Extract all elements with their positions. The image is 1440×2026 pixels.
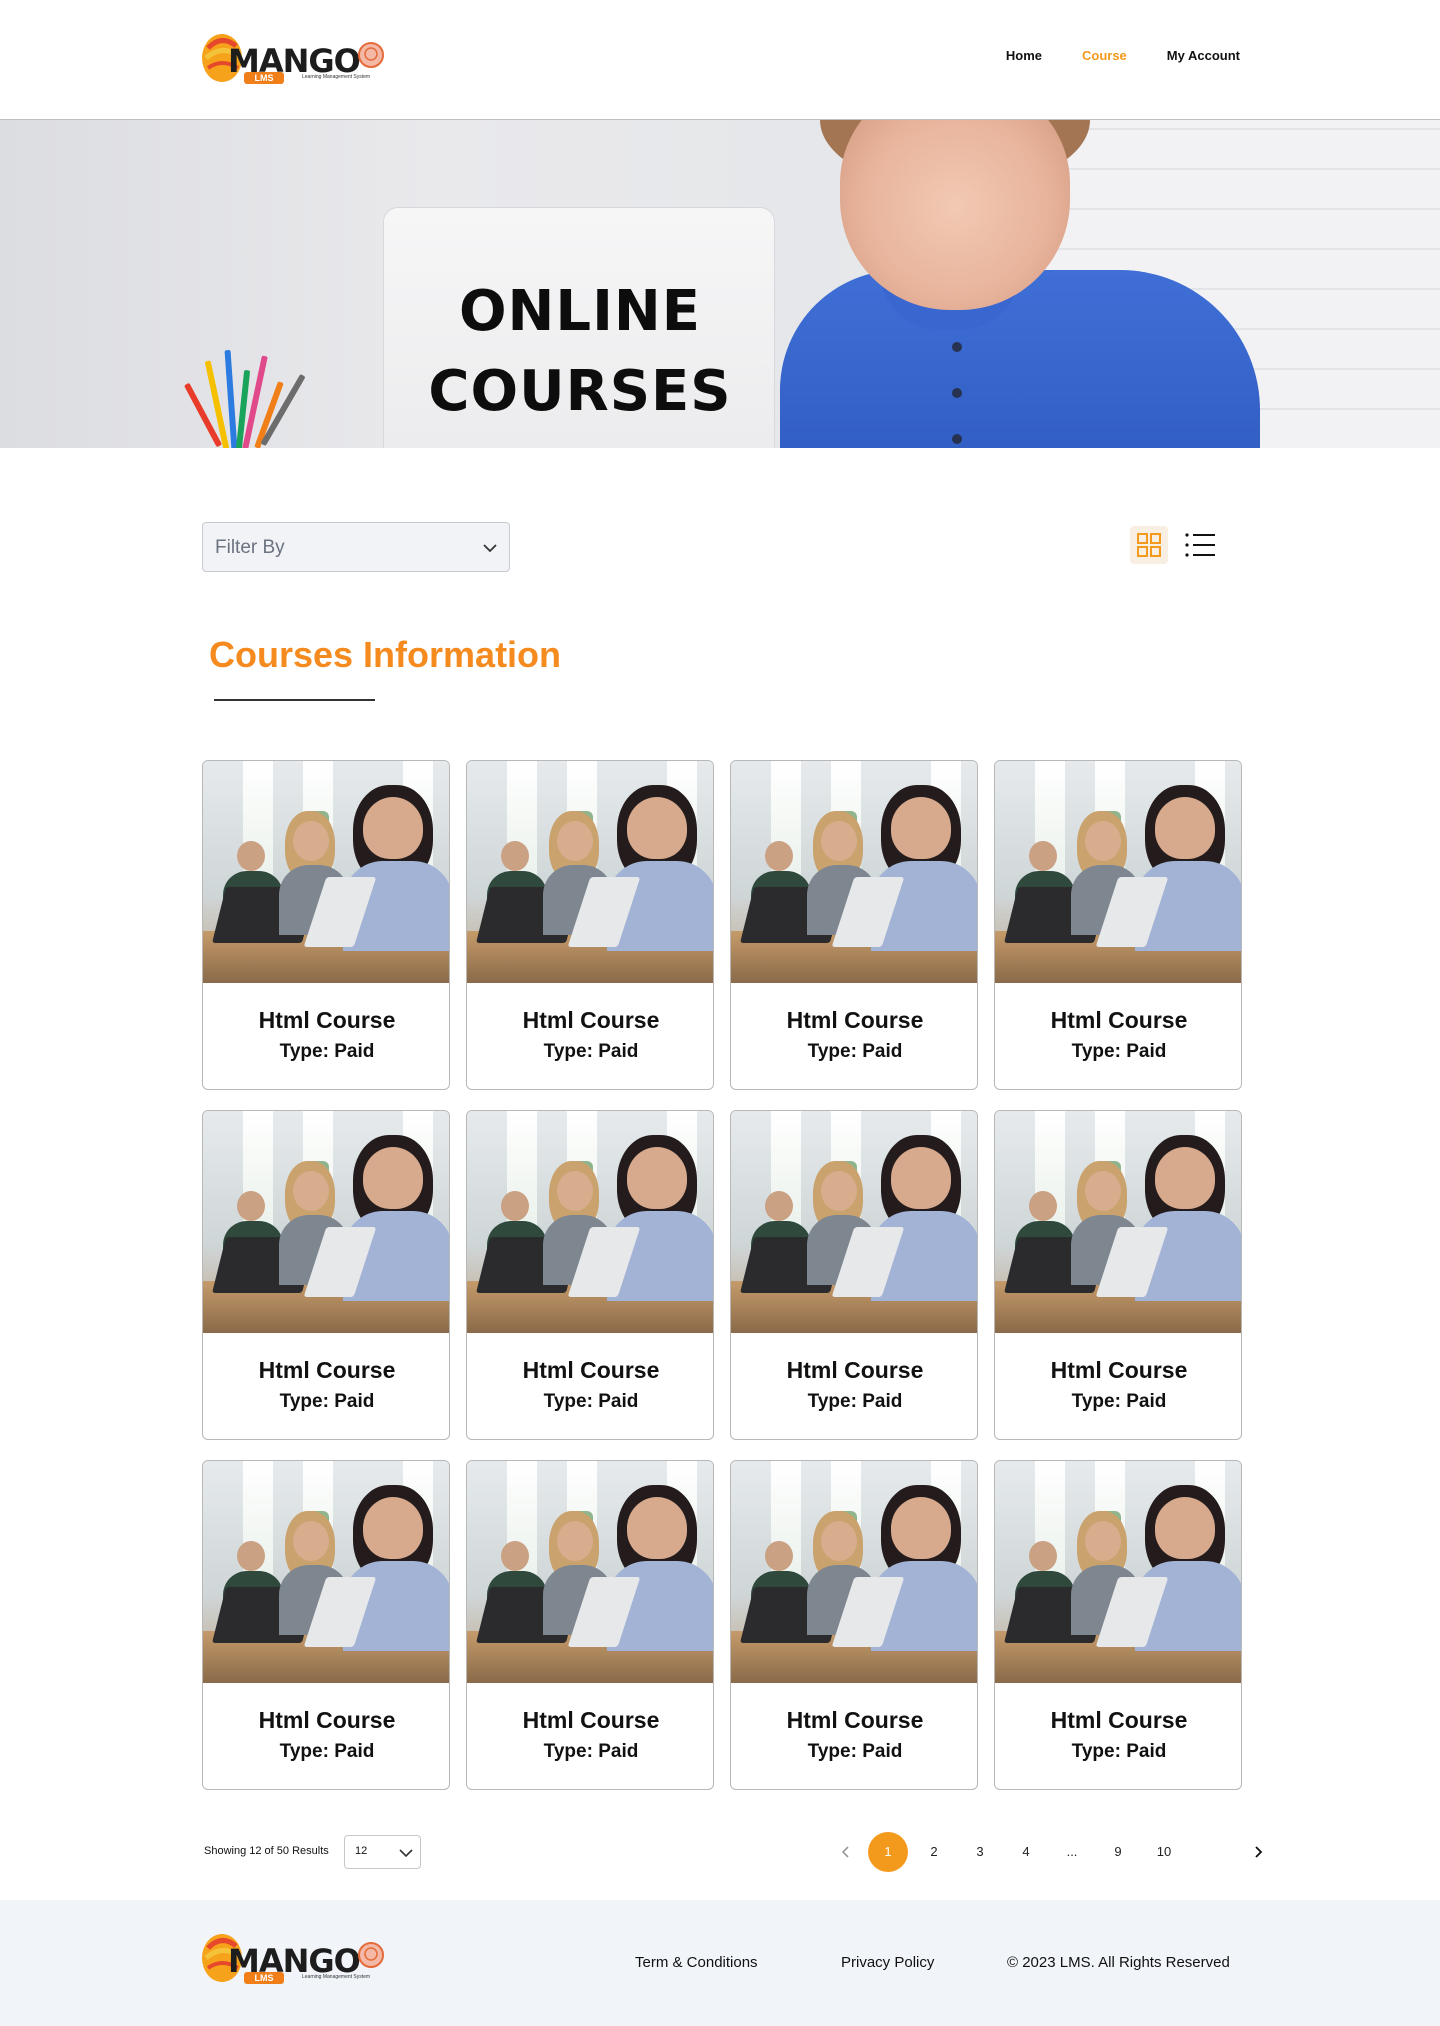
filter-by-label: Filter By [215,537,285,558]
course-thumbnail [203,761,449,983]
per-page-select[interactable]: 12 [344,1835,421,1869]
section-title: Courses Information [209,634,562,675]
course-card[interactable]: Html Course Type: Paid [994,760,1242,1090]
course-thumbnail [467,761,713,983]
course-thumbnail [995,1111,1241,1333]
course-card[interactable]: Html Course Type: Paid [466,1110,714,1440]
grid-view-icon [1137,533,1161,557]
shirt-button [952,342,962,352]
course-type: Type: Paid [279,1741,375,1762]
course-card[interactable]: Html Course Type: Paid [466,1460,714,1790]
course-thumbnail [995,761,1241,983]
list-view-button[interactable] [1182,526,1220,564]
course-thumbnail [731,1461,977,1683]
course-title: Html Course [258,1007,396,1033]
next-page-button[interactable] [1238,1832,1278,1872]
nav-my-account[interactable]: My Account [1167,48,1240,63]
course-type: Type: Paid [1071,1391,1167,1412]
copyright-text: © 2023 LMS. All Rights Reserved [1007,1954,1230,1971]
course-thumbnail [995,1461,1241,1683]
course-type: Type: Paid [543,1391,639,1412]
course-title: Html Course [786,1007,924,1033]
page-button-10[interactable]: 10 [1144,1832,1184,1872]
course-type: Type: Paid [543,1741,639,1762]
pencil-cup-image [183,340,340,448]
chevron-right-icon [1255,1846,1263,1858]
hero-title-line-2: COURSES [428,359,732,424]
brain-icon [358,42,384,68]
course-type: Type: Paid [807,1391,903,1412]
shirt-button [952,388,962,398]
filter-by-dropdown[interactable]: Filter By [202,522,510,572]
page-button-4[interactable]: 4 [1006,1832,1046,1872]
course-title: Html Course [522,1007,660,1033]
shirt-button [952,434,962,444]
course-card[interactable]: Html Course Type: Paid [466,760,714,1090]
course-card[interactable]: Html Course Type: Paid [202,760,450,1090]
main-nav: Home Course My Account [966,48,1240,63]
course-type: Type: Paid [807,1741,903,1762]
list-view-icon [1185,533,1215,557]
chevron-left-icon [841,1846,849,1858]
course-type: Type: Paid [279,1391,375,1412]
logo-badge: LMS [244,1972,284,1984]
course-title: Html Course [522,1707,660,1733]
section-underline [214,699,375,701]
course-title: Html Course [258,1707,396,1733]
nav-home[interactable]: Home [1006,48,1042,63]
logo-tagline: Learning Management System [302,74,371,80]
page-button-9[interactable]: 9 [1098,1832,1138,1872]
chevron-down-icon [399,1849,413,1858]
course-title: Html Course [1050,1707,1188,1733]
logo-badge: LMS [244,72,284,84]
site-footer: MANGO LMS Learning Management System Ter… [0,1900,1440,2026]
course-card[interactable]: Html Course Type: Paid [994,1110,1242,1440]
hero-title: ONLINE COURSES [420,272,740,432]
course-type: Type: Paid [543,1041,639,1062]
course-card[interactable]: Html Course Type: Paid [730,1110,978,1440]
course-title: Html Course [786,1707,924,1733]
mango-lms-logo[interactable]: MANGO LMS Learning Management System [200,28,384,86]
hero-banner: ONLINE COURSES [0,120,1440,448]
course-thumbnail [203,1461,449,1683]
grid-view-button[interactable] [1130,526,1168,564]
page-button-2[interactable]: 2 [914,1832,954,1872]
course-card[interactable]: Html Course Type: Paid [202,1460,450,1790]
page-button-3[interactable]: 3 [960,1832,1000,1872]
logo-tagline: Learning Management System [302,1974,371,1980]
course-thumbnail [731,761,977,983]
page-button-1[interactable]: 1 [868,1832,908,1872]
site-header: MANGO LMS Learning Management System Hom… [0,0,1440,120]
course-title: Html Course [522,1357,660,1383]
pagination-ellipsis: ... [1066,1844,1078,1859]
course-type: Type: Paid [807,1041,903,1062]
course-title: Html Course [1050,1357,1188,1383]
terms-link[interactable]: Term & Conditions [635,1954,758,1971]
privacy-link[interactable]: Privacy Policy [841,1954,934,1971]
course-card[interactable]: Html Course Type: Paid [202,1110,450,1440]
course-card[interactable]: Html Course Type: Paid [994,1460,1242,1790]
results-count: Showing 12 of 50 Results [204,1845,329,1857]
prev-page-button[interactable] [826,1832,866,1872]
course-title: Html Course [258,1357,396,1383]
course-title: Html Course [1050,1007,1188,1033]
course-thumbnail [467,1461,713,1683]
course-card[interactable]: Html Course Type: Paid [730,760,978,1090]
hero-person-shirt [780,270,1260,448]
hero-title-line-1: ONLINE [458,279,702,344]
per-page-value: 12 [355,1845,368,1857]
course-thumbnail [203,1111,449,1333]
brain-icon [358,1942,384,1968]
course-type: Type: Paid [279,1041,375,1062]
course-thumbnail [467,1111,713,1333]
course-thumbnail [731,1111,977,1333]
nav-course[interactable]: Course [1082,48,1127,63]
course-type: Type: Paid [1071,1041,1167,1062]
footer-logo[interactable]: MANGO LMS Learning Management System [200,1928,384,1986]
chevron-down-icon [483,544,497,553]
course-title: Html Course [786,1357,924,1383]
course-type: Type: Paid [1071,1741,1167,1762]
course-card[interactable]: Html Course Type: Paid [730,1460,978,1790]
